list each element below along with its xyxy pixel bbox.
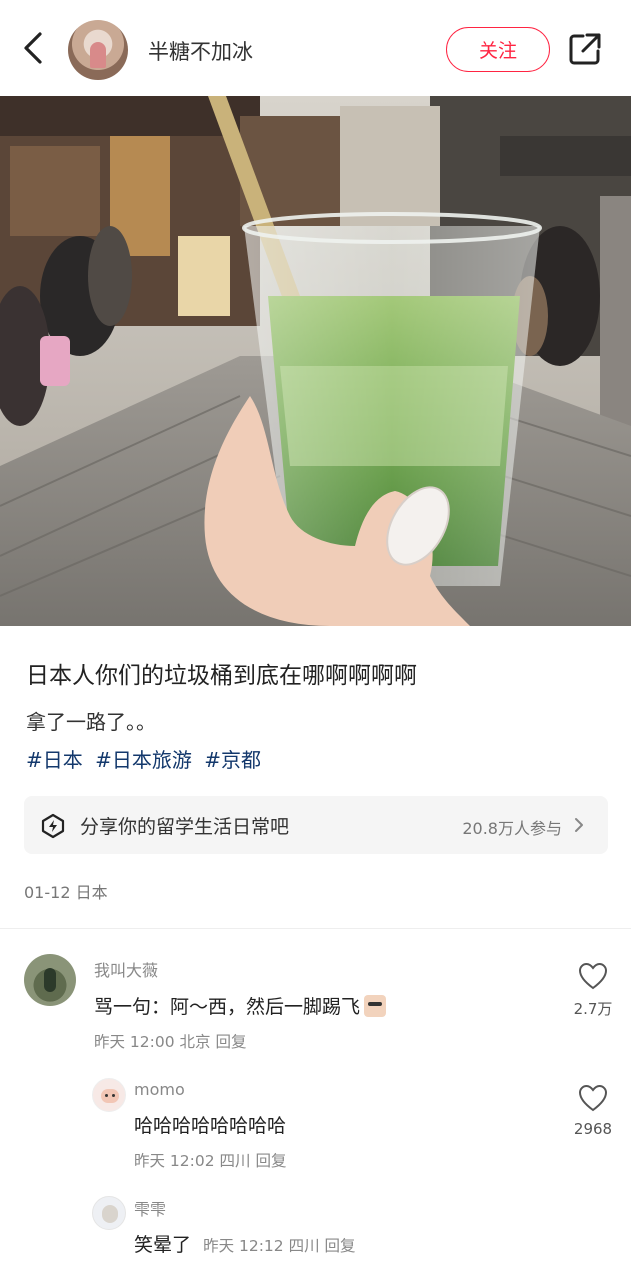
reply-avatar[interactable] (92, 1078, 126, 1112)
reply-text-content: 笑晕了 (134, 1234, 192, 1256)
topic-participants: 20.8万人参与 (462, 819, 562, 838)
reply-meta[interactable]: 昨天 12:02 四川 回复 (134, 1149, 286, 1171)
heart-icon[interactable] (578, 962, 608, 990)
comment-text-content: 骂一句：阿～西，然后一脚踢飞 (94, 996, 361, 1018)
reply-author[interactable]: 雫雫 (134, 1196, 166, 1220)
post-tags: #日本 #日本旅游 #京都 (26, 744, 267, 773)
top-bar: 半糖不加冰 关注 (0, 0, 631, 96)
share-icon[interactable] (568, 32, 602, 66)
topic-banner[interactable]: 分享你的留学生活日常吧 20.8万人参与 (24, 796, 608, 854)
comment-author[interactable]: 我叫大薇 (94, 957, 158, 981)
like-count: 2968 (573, 1120, 613, 1138)
topic-label: 分享你的留学生活日常吧 (80, 816, 290, 838)
tag-link[interactable]: #日本 (26, 748, 83, 772)
author-name[interactable]: 半糖不加冰 (148, 36, 253, 66)
post-title: 日本人你们的垃圾桶到底在哪啊啊啊啊 (26, 663, 417, 689)
heart-icon[interactable] (578, 1084, 608, 1112)
post-photo[interactable] (0, 96, 631, 626)
comment-text: 骂一句：阿～西，然后一脚踢飞 (94, 992, 387, 1019)
tag-link[interactable]: #京都 (204, 748, 261, 772)
post-date-location: 01-12 日本 (24, 883, 108, 902)
comment-meta[interactable]: 昨天 12:00 北京 回复 (94, 1030, 246, 1052)
reply-meta[interactable]: 昨天 12:12 四川 回复 (203, 1237, 355, 1255)
reply-avatar[interactable] (92, 1196, 126, 1230)
sunglasses-emoji-icon (364, 995, 387, 1017)
tag-link[interactable]: #日本旅游 (95, 748, 192, 772)
matcha-street-photo (0, 96, 631, 626)
back-arrow-icon[interactable] (18, 30, 50, 66)
post-body: 拿了一路了。。 (26, 710, 156, 734)
author-avatar[interactable] (68, 20, 128, 80)
like-count: 2.7万 (573, 1000, 613, 1018)
reply-text: 笑晕了 昨天 12:12 四川 回复 (134, 1230, 356, 1257)
topic-bolt-icon (41, 813, 65, 839)
divider (0, 928, 631, 929)
chevron-right-icon (575, 818, 583, 832)
reply-text: 哈哈哈哈哈哈哈哈 (134, 1115, 287, 1137)
comment-avatar[interactable] (24, 954, 76, 1006)
follow-button[interactable]: 关注 (446, 27, 550, 72)
reply-author[interactable]: momo (134, 1080, 185, 1099)
